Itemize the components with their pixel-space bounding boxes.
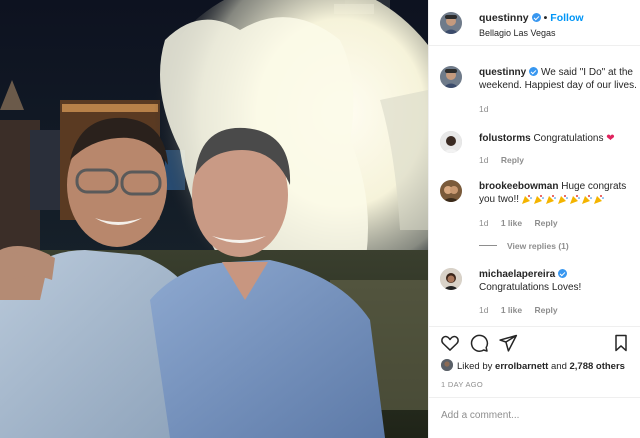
liked-by-prefix: Liked by: [457, 361, 493, 372]
liked-by-joiner: and: [551, 361, 567, 372]
location-link[interactable]: Bellagio Las Vegas: [479, 28, 556, 38]
bookmark-icon[interactable]: [611, 333, 631, 353]
comment-body: folustorms Congratulations ❤: [479, 132, 637, 145]
verified-badge-icon: [529, 67, 539, 76]
follow-button[interactable]: Follow: [550, 12, 583, 24]
post-actions-bar: [429, 326, 640, 356]
comment-username[interactable]: brookeebowman: [479, 181, 558, 192]
comment-text: Congratulations: [533, 133, 604, 144]
likes-others-count[interactable]: 2,788 others: [570, 361, 625, 372]
party-popper-icon: [521, 195, 532, 204]
comment-time[interactable]: 1d: [479, 305, 488, 315]
comment-text: Congratulations Loves!: [479, 282, 582, 293]
reply-button[interactable]: Reply: [501, 155, 524, 165]
reply-button[interactable]: Reply: [535, 218, 558, 228]
paper-plane-icon[interactable]: [498, 333, 518, 353]
liked-by-line: Liked by errolbarnett and 2,788 others: [441, 359, 625, 372]
comment-body: brookeebowman Huge congrats you two!!: [479, 180, 637, 206]
party-popper-icon: [545, 195, 556, 204]
verified-badge-icon: [531, 13, 541, 22]
view-replies-button[interactable]: View replies (1): [479, 241, 569, 251]
author-line: questinny • Follow: [479, 12, 584, 24]
separator-dot: •: [543, 12, 548, 24]
view-replies-label: View replies (1): [507, 241, 569, 251]
liker-username[interactable]: errolbarnett: [495, 361, 548, 372]
comment-time[interactable]: 1d: [479, 155, 488, 165]
author-avatar[interactable]: [440, 12, 462, 34]
party-popper-icon: [581, 195, 592, 204]
author-username[interactable]: questinny: [479, 12, 529, 24]
party-popper-icon: [557, 195, 568, 204]
party-popper-emojis: [521, 194, 604, 204]
caption-meta: 1d: [479, 104, 498, 114]
party-popper-icon: [569, 195, 580, 204]
comment-meta: 1d Reply: [479, 155, 534, 165]
caption-avatar[interactable]: [440, 66, 462, 88]
comment-username[interactable]: folustorms: [479, 133, 531, 144]
comment-username[interactable]: michaelapereira: [479, 269, 555, 280]
commenter-avatar[interactable]: [440, 131, 462, 153]
photo-scene: [0, 0, 428, 438]
comment-bubble-icon[interactable]: [469, 333, 489, 353]
party-popper-icon: [593, 195, 604, 204]
commenter-avatar[interactable]: [440, 180, 462, 202]
comment-like-count[interactable]: 1 like: [501, 305, 522, 315]
verified-badge-icon: [558, 269, 568, 278]
comment-time[interactable]: 1d: [479, 218, 488, 228]
party-popper-icon: [533, 195, 544, 204]
liker-avatar[interactable]: [441, 359, 453, 371]
post-sidebar: questinny • Follow Bellagio Las Vegas ques…: [428, 0, 640, 438]
caption-body: questinny We said "I Do" at the weekend.…: [479, 66, 637, 92]
red-heart-emoji: ❤: [606, 133, 615, 144]
comment-meta: 1d 1 like Reply: [479, 218, 568, 228]
replies-divider-line: [479, 245, 497, 246]
commenter-avatar[interactable]: [440, 268, 462, 290]
heart-outline-icon[interactable]: [440, 333, 460, 353]
post-photo[interactable]: [0, 0, 428, 438]
post-header: questinny • Follow Bellagio Las Vegas: [429, 0, 640, 46]
caption-username[interactable]: questinny: [479, 67, 526, 78]
add-comment-bar: [429, 397, 640, 438]
comment-body: michaelapereira Congratulations Loves!: [479, 268, 637, 294]
post-timestamp[interactable]: 1 DAY AGO: [441, 380, 483, 389]
comment-like-count[interactable]: 1 like: [501, 218, 522, 228]
reply-button[interactable]: Reply: [535, 305, 558, 315]
add-comment-input[interactable]: [441, 410, 621, 421]
comment-meta: 1d 1 like Reply: [479, 305, 568, 315]
caption-time[interactable]: 1d: [479, 104, 488, 114]
